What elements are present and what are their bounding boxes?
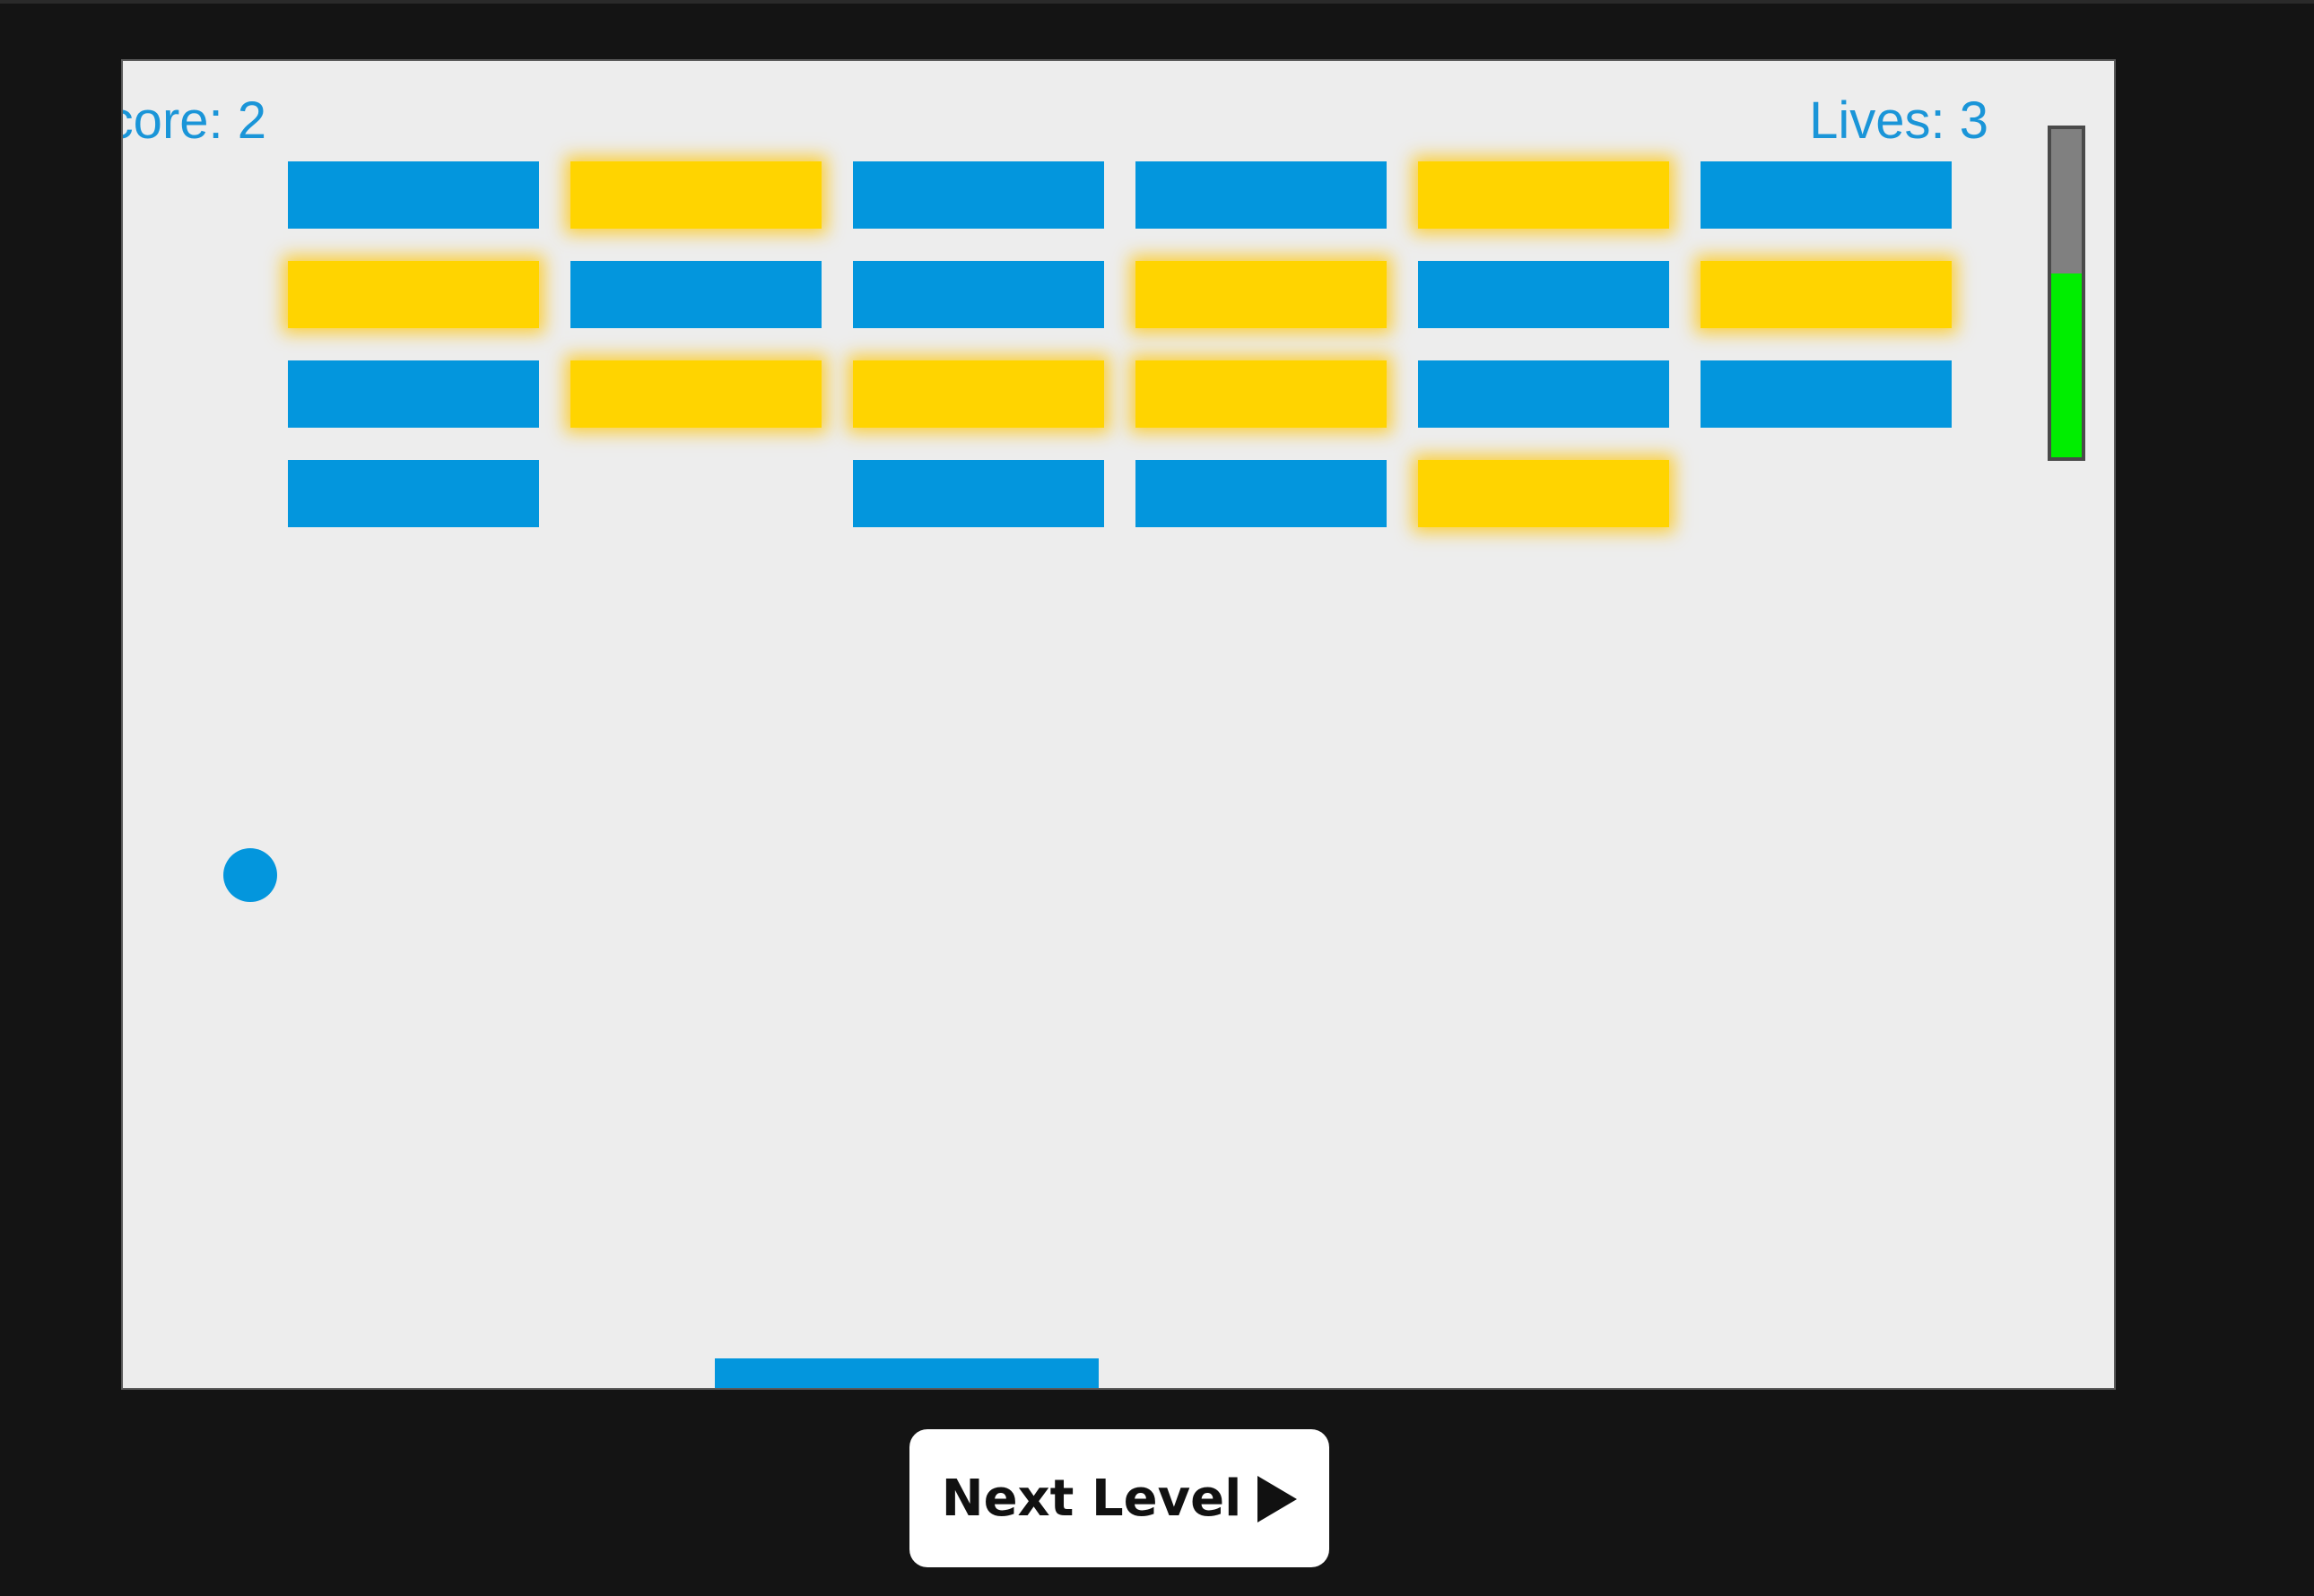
score-display: Score: 2: [123, 91, 266, 150]
brick-gold: [1701, 261, 1952, 328]
brick-blue: [1135, 161, 1387, 229]
brick-blue: [853, 261, 1104, 328]
window-top-border: [0, 0, 2314, 4]
brick-blue: [1418, 360, 1669, 428]
paddle[interactable]: [715, 1358, 1099, 1388]
brick-blue: [570, 261, 822, 328]
brick-gold: [1135, 360, 1387, 428]
game-canvas[interactable]: Score: 2 Lives: 3: [121, 59, 2116, 1390]
next-level-label: Next Level: [941, 1469, 1242, 1528]
brick-blue: [1418, 261, 1669, 328]
play-icon: [1257, 1476, 1298, 1522]
brick-blue: [1701, 161, 1952, 229]
brick-blue: [853, 460, 1104, 527]
ball: [223, 848, 277, 902]
next-level-button[interactable]: Next Level: [909, 1429, 1329, 1567]
power-meter-fill: [2051, 273, 2082, 457]
brick-gold: [1418, 161, 1669, 229]
brick-gold: [853, 360, 1104, 428]
brick-blue: [853, 161, 1104, 229]
brick-gold: [1418, 460, 1669, 527]
brick-gold: [288, 261, 539, 328]
brick-blue: [288, 460, 539, 527]
brick-blue: [288, 161, 539, 229]
brick-gold: [570, 360, 822, 428]
power-meter: [2048, 126, 2085, 461]
brick-gold: [1135, 261, 1387, 328]
brick-blue: [288, 360, 539, 428]
brick-blue: [1701, 360, 1952, 428]
brick-blue: [1135, 460, 1387, 527]
brick-gold: [570, 161, 822, 229]
lives-display: Lives: 3: [1809, 91, 1988, 150]
